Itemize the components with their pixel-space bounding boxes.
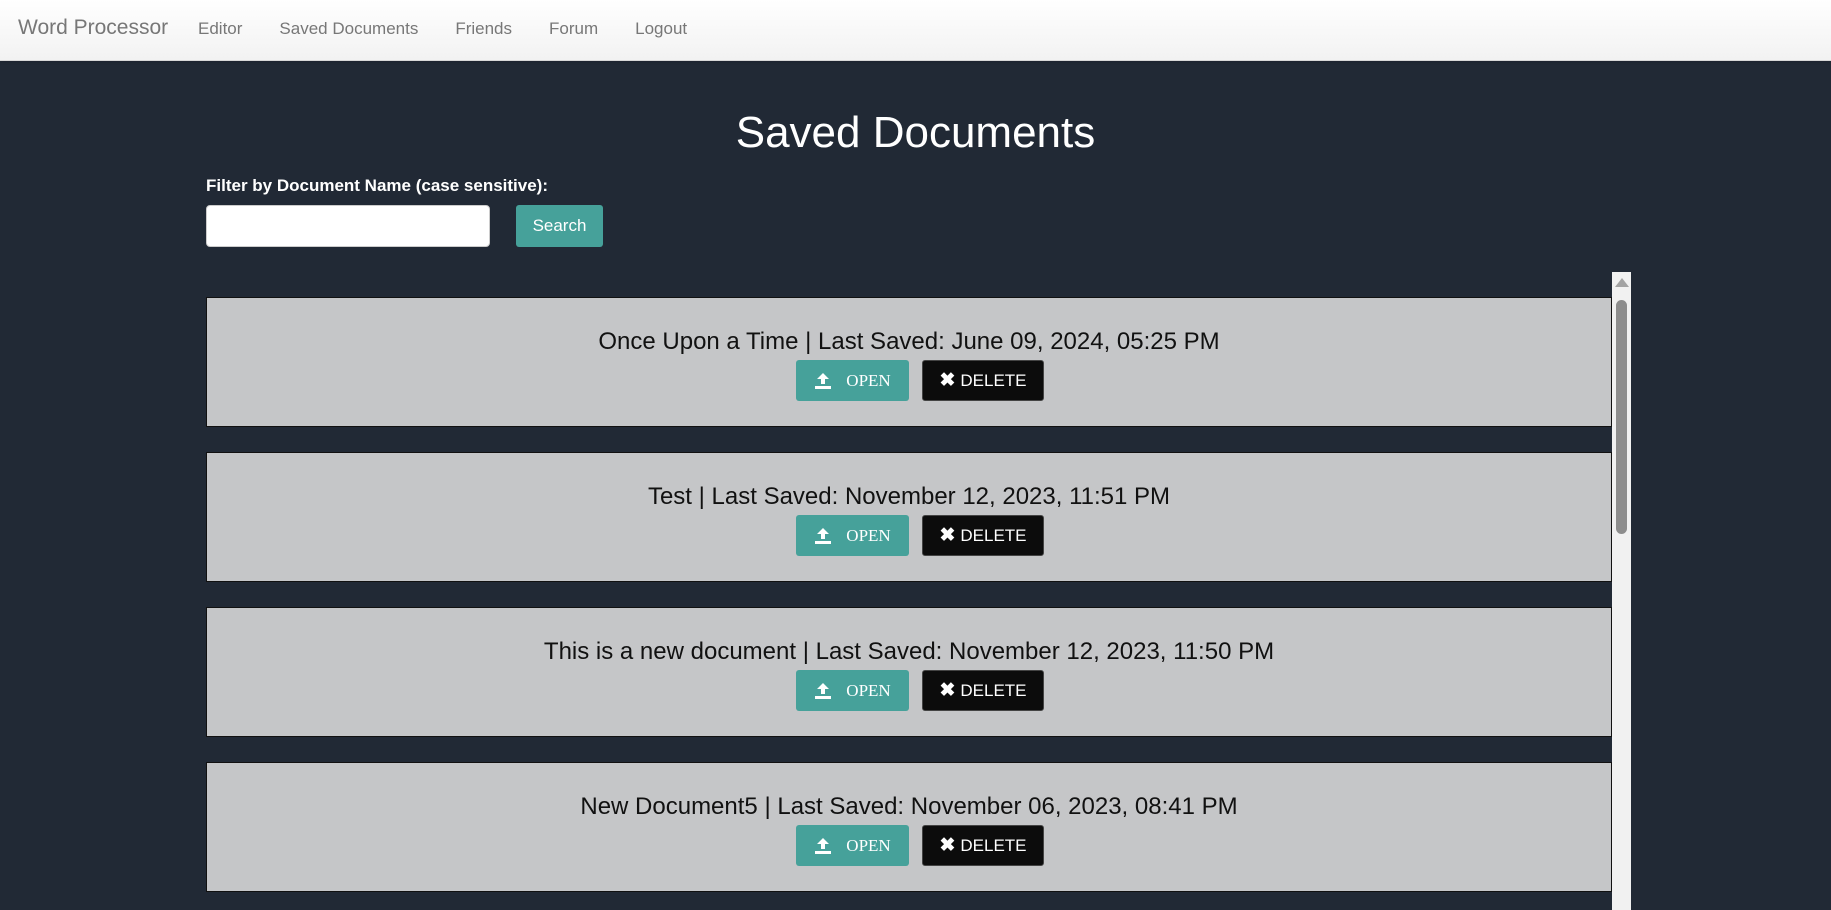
delete-button[interactable]: ✖ DELETE bbox=[922, 670, 1044, 711]
close-icon: ✖ bbox=[939, 680, 956, 701]
upload-icon bbox=[815, 527, 832, 544]
document-actions: OPEN ✖ DELETE bbox=[207, 360, 1611, 401]
delete-label: DELETE bbox=[960, 370, 1027, 390]
upload-icon bbox=[815, 372, 832, 389]
open-label: OPEN bbox=[846, 370, 891, 390]
close-icon: ✖ bbox=[939, 835, 956, 856]
filter-label: Filter by Document Name (case sensitive)… bbox=[206, 176, 549, 195]
document-list-scrollbar[interactable] bbox=[1612, 272, 1631, 910]
scrollbar-thumb[interactable] bbox=[1616, 300, 1627, 534]
upload-icon bbox=[815, 682, 832, 699]
document-card: New Document5 | Last Saved: November 06,… bbox=[206, 762, 1612, 892]
top-navbar: Word Processor Editor Saved Documents Fr… bbox=[0, 0, 1831, 61]
open-button[interactable]: OPEN bbox=[796, 515, 909, 556]
document-title: Test | Last Saved: November 12, 2023, 11… bbox=[647, 483, 1171, 510]
open-label: OPEN bbox=[846, 680, 891, 700]
page-title: Saved Documents bbox=[735, 108, 1096, 157]
document-list: Once Upon a Time | Last Saved: June 09, … bbox=[206, 297, 1612, 910]
delete-label: DELETE bbox=[960, 680, 1027, 700]
open-label: OPEN bbox=[846, 525, 891, 545]
scroll-up-arrow-icon[interactable] bbox=[1615, 278, 1629, 287]
document-actions: OPEN ✖ DELETE bbox=[207, 515, 1611, 556]
document-title: New Document5 | Last Saved: November 06,… bbox=[580, 793, 1238, 820]
documents-panel: Once Upon a Time | Last Saved: June 09, … bbox=[206, 272, 1631, 910]
nav-link-logout[interactable]: Logout bbox=[635, 19, 687, 39]
open-button[interactable]: OPEN bbox=[796, 670, 909, 711]
close-icon: ✖ bbox=[939, 525, 956, 546]
open-button[interactable]: OPEN bbox=[796, 825, 909, 866]
document-title: This is a new document | Last Saved: Nov… bbox=[543, 638, 1275, 665]
delete-button[interactable]: ✖ DELETE bbox=[922, 825, 1044, 866]
open-label: OPEN bbox=[846, 835, 891, 855]
delete-button[interactable]: ✖ DELETE bbox=[922, 515, 1044, 556]
document-card: This is a new document | Last Saved: Nov… bbox=[206, 607, 1612, 737]
nav-link-friends[interactable]: Friends bbox=[455, 19, 512, 39]
nav-link-forum[interactable]: Forum bbox=[549, 19, 598, 39]
document-card: Test | Last Saved: November 12, 2023, 11… bbox=[206, 452, 1612, 582]
nav-links: Editor Saved Documents Friends Forum Log… bbox=[198, 19, 724, 39]
nav-link-editor[interactable]: Editor bbox=[198, 19, 242, 39]
open-button[interactable]: OPEN bbox=[796, 360, 909, 401]
nav-link-saved-documents[interactable]: Saved Documents bbox=[279, 19, 418, 39]
delete-label: DELETE bbox=[960, 525, 1027, 545]
close-icon: ✖ bbox=[939, 370, 956, 391]
document-actions: OPEN ✖ DELETE bbox=[207, 670, 1611, 711]
document-title: Once Upon a Time | Last Saved: June 09, … bbox=[598, 328, 1220, 355]
filter-input[interactable] bbox=[206, 205, 490, 247]
document-actions: OPEN ✖ DELETE bbox=[207, 825, 1611, 866]
search-button[interactable]: Search bbox=[516, 205, 603, 247]
delete-label: DELETE bbox=[960, 835, 1027, 855]
brand-link[interactable]: Word Processor bbox=[18, 16, 168, 40]
upload-icon bbox=[815, 837, 832, 854]
delete-button[interactable]: ✖ DELETE bbox=[922, 360, 1044, 401]
document-card: Once Upon a Time | Last Saved: June 09, … bbox=[206, 297, 1612, 427]
